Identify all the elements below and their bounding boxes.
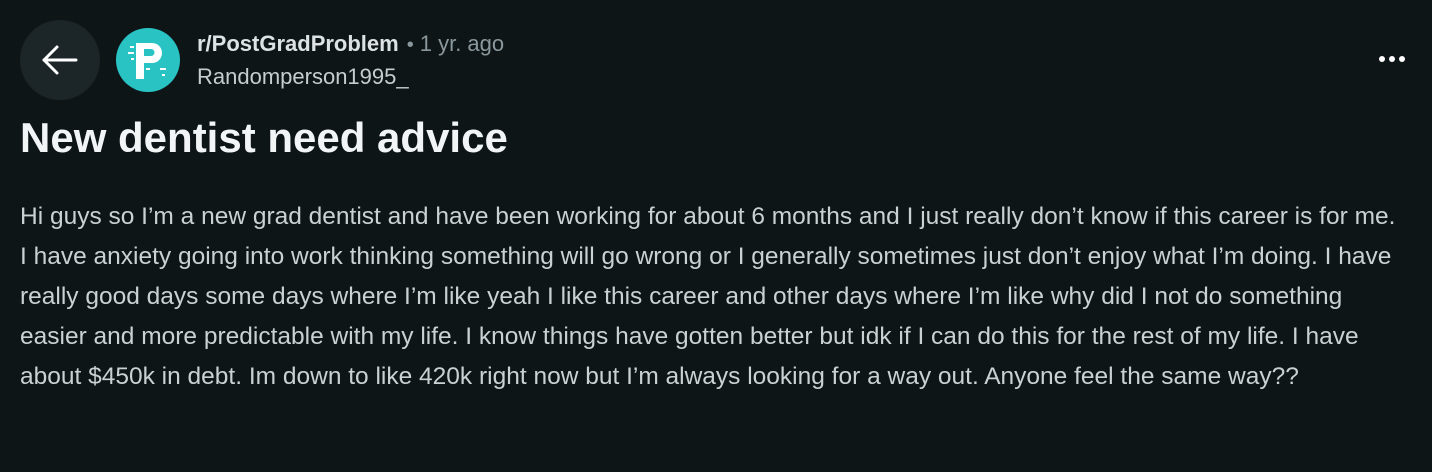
- subreddit-link[interactable]: r/PostGradProblem: [197, 30, 399, 58]
- post-title: New dentist need advice: [20, 114, 508, 161]
- subreddit-avatar[interactable]: [116, 28, 180, 92]
- post-detail-page: r/PostGradProblem • 1 yr. ago Randompers…: [0, 0, 1432, 472]
- arrow-left-icon: [42, 45, 78, 75]
- meta-separator: •: [406, 34, 414, 56]
- subreddit-p-logo-icon: [128, 43, 166, 79]
- post-header: r/PostGradProblem • 1 yr. ago Randompers…: [20, 20, 1412, 100]
- back-button[interactable]: [20, 20, 100, 100]
- post-timestamp: 1 yr. ago: [419, 31, 505, 56]
- author-link[interactable]: Randomperson1995_: [197, 63, 504, 91]
- post-meta-row: r/PostGradProblem • 1 yr. ago: [197, 30, 504, 59]
- post-body: Hi guys so I’m a new grad dentist and ha…: [20, 203, 1396, 390]
- more-options-button[interactable]: [1372, 44, 1412, 74]
- ellipsis-horizontal-icon: [1379, 56, 1405, 62]
- post-meta: r/PostGradProblem • 1 yr. ago Randompers…: [197, 30, 504, 91]
